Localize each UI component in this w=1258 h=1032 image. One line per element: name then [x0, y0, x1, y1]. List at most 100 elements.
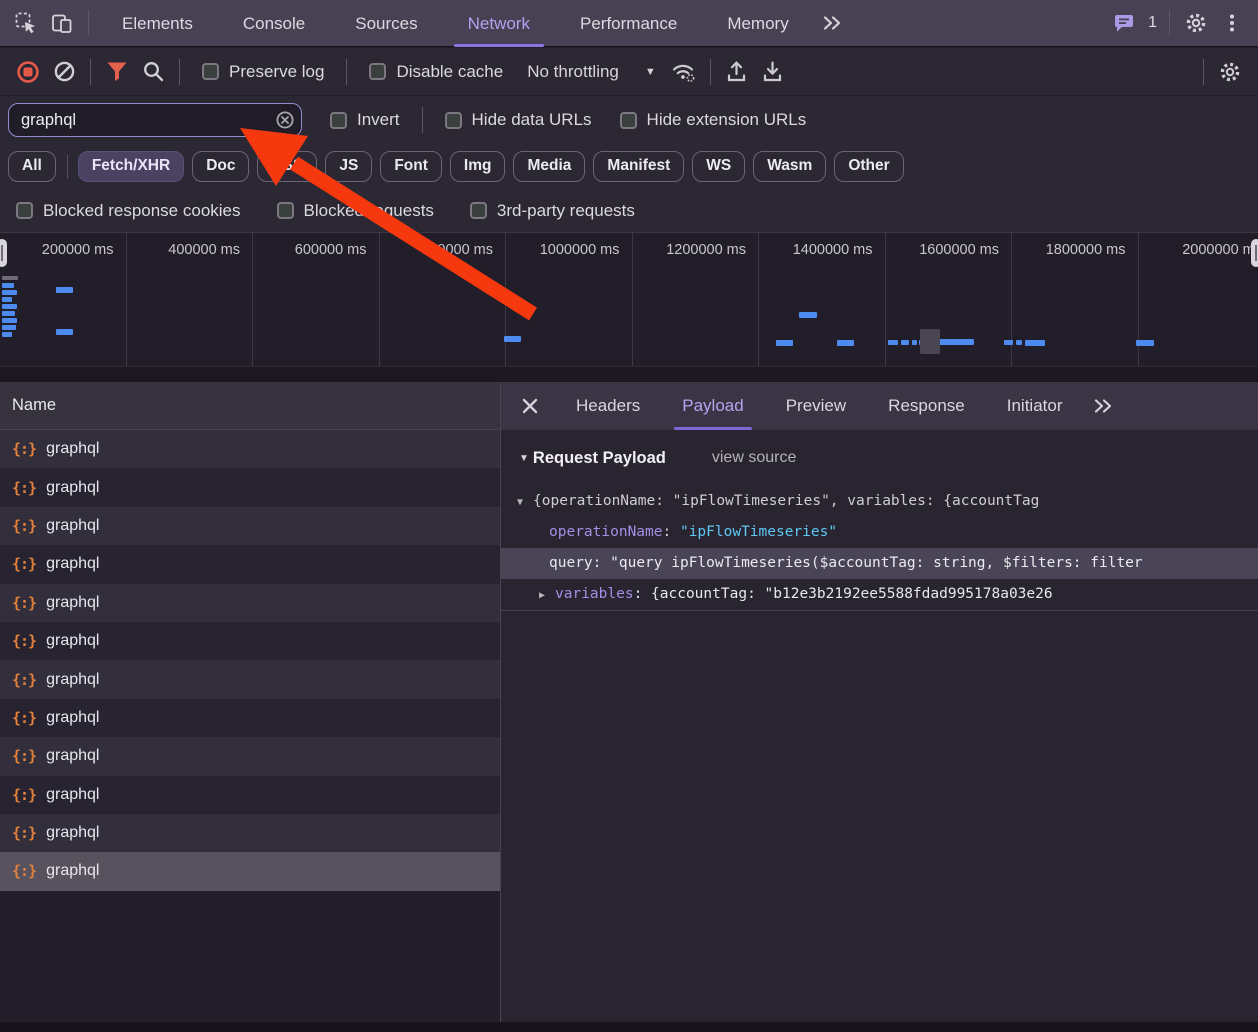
request-row[interactable]: {:}graphql — [0, 814, 500, 852]
disclosure-triangle-icon[interactable]: ▼ — [517, 487, 533, 518]
blocked-cookies-checkbox[interactable] — [16, 202, 33, 219]
waterfall-bar — [2, 297, 12, 302]
throttling-value: No throttling — [527, 62, 619, 82]
waterfall-bar — [799, 312, 817, 318]
import-har-button[interactable] — [719, 52, 755, 92]
view-source-link[interactable]: view source — [712, 449, 796, 467]
network-conditions-button[interactable] — [666, 52, 702, 92]
search-network-button[interactable] — [135, 52, 171, 92]
request-row[interactable]: {:}graphql — [0, 660, 500, 698]
request-row[interactable]: {:}graphql — [0, 545, 500, 583]
type-chip-font[interactable]: Font — [380, 151, 442, 182]
type-chip-img[interactable]: Img — [450, 151, 506, 182]
hide-extension-urls-label: Hide extension URLs — [647, 110, 807, 130]
tab-headers[interactable]: Headers — [572, 382, 644, 430]
request-row[interactable]: {:}graphql — [0, 737, 500, 775]
type-chip-wasm[interactable]: Wasm — [753, 151, 826, 182]
request-details-pane: Headers Payload Preview Response Initiat… — [501, 382, 1258, 1022]
third-party-checkbox-group: 3rd-party requests — [470, 201, 635, 221]
request-row[interactable]: {:} graphql — [0, 852, 500, 890]
payload-segment-preview: {operationName: "ipFlowTimeseries", vari… — [533, 493, 1039, 509]
close-details-button[interactable] — [515, 391, 545, 421]
throttling-select[interactable]: No throttling ▼ — [527, 62, 656, 82]
payload-tree-row[interactable]: operationName: "ipFlowTimeseries" — [501, 517, 1258, 548]
type-chip-css[interactable]: CSS — [257, 151, 317, 182]
hide-extension-urls-checkbox[interactable] — [620, 112, 637, 129]
network-overview-timeline[interactable]: 200000 ms400000 ms600000 ms800000 ms1000… — [0, 233, 1258, 381]
filter-input[interactable] — [8, 103, 302, 137]
kebab-menu-icon — [1222, 13, 1242, 33]
funnel-filter-icon — [106, 61, 128, 82]
clear-network-log-button[interactable] — [46, 52, 82, 92]
type-chip-doc[interactable]: Doc — [192, 151, 249, 182]
payload-tree-row[interactable]: ▶variables: {accountTag: "b12e3b2192ee55… — [501, 579, 1258, 610]
settings-button[interactable] — [1178, 3, 1214, 43]
tab-network[interactable]: Network — [450, 0, 548, 47]
tab-preview[interactable]: Preview — [782, 382, 850, 430]
tab-console[interactable]: Console — [225, 0, 323, 47]
preserve-log-checkbox[interactable] — [202, 63, 219, 80]
tree-bottom-border — [501, 610, 1258, 611]
tab-response[interactable]: Response — [884, 382, 969, 430]
devtools-menu-button[interactable] — [1214, 3, 1250, 43]
type-chip-other[interactable]: Other — [834, 151, 903, 182]
network-settings-button[interactable] — [1212, 52, 1248, 92]
issues-button[interactable] — [1106, 3, 1142, 43]
tab-payload[interactable]: Payload — [678, 382, 747, 430]
more-detail-tabs-button[interactable] — [1093, 396, 1113, 416]
type-chip-js[interactable]: JS — [325, 151, 372, 182]
blocked-requests-checkbox-group: Blocked requests — [277, 201, 434, 221]
json-braces-icon: {:} — [12, 440, 36, 458]
request-row[interactable]: {:}graphql — [0, 776, 500, 814]
payload-tree-row[interactable]: ▼{operationName: "ipFlowTimeseries", var… — [501, 486, 1258, 517]
upload-icon — [725, 60, 748, 83]
third-party-checkbox[interactable] — [470, 202, 487, 219]
chevron-double-right-icon — [822, 13, 842, 33]
overview-left-handle[interactable] — [0, 239, 7, 267]
clear-filter-button[interactable] — [276, 111, 294, 129]
waterfall-bar — [2, 311, 15, 316]
payload-panel: ▼ Request Payload view source ▼{operatio… — [501, 443, 1258, 611]
tab-performance[interactable]: Performance — [562, 0, 695, 47]
devtools-tabbar: Elements Console Sources Network Perform… — [0, 0, 1258, 47]
export-har-button[interactable] — [755, 52, 791, 92]
disclosure-triangle-icon[interactable]: ▶ — [539, 580, 555, 611]
tab-elements[interactable]: Elements — [104, 0, 211, 47]
request-name-label: graphql — [46, 862, 99, 880]
waterfall-bar — [912, 340, 917, 345]
device-toolbar-button[interactable] — [44, 3, 80, 43]
filter-toggle-button[interactable] — [99, 52, 135, 92]
name-column-header[interactable]: Name — [0, 382, 500, 430]
request-row[interactable]: {:}graphql — [0, 622, 500, 660]
request-row[interactable]: {:}graphql — [0, 584, 500, 622]
json-braces-icon: {:} — [12, 862, 36, 880]
request-payload-section-header[interactable]: ▼ Request Payload view source — [501, 443, 1258, 473]
tab-initiator[interactable]: Initiator — [1003, 382, 1067, 430]
request-row[interactable]: {:}graphql — [0, 699, 500, 737]
hide-data-urls-checkbox-group: Hide data URLs — [445, 110, 592, 130]
type-chip-media[interactable]: Media — [513, 151, 585, 182]
blocked-requests-checkbox[interactable] — [277, 202, 294, 219]
request-row[interactable]: {:}graphql — [0, 468, 500, 506]
payload-tree-row[interactable]: query: "query ipFlowTimeseries($accountT… — [501, 548, 1258, 579]
json-braces-icon: {:} — [12, 671, 36, 689]
type-chip-manifest[interactable]: Manifest — [593, 151, 684, 182]
inspect-element-button[interactable] — [8, 3, 44, 43]
type-chip-ws[interactable]: WS — [692, 151, 745, 182]
pane-resize-divider[interactable] — [500, 382, 501, 1022]
tab-sources[interactable]: Sources — [337, 0, 435, 47]
type-chip-all[interactable]: All — [8, 151, 56, 182]
payload-segment-string: "ipFlowTimeseries" — [680, 524, 837, 540]
invert-checkbox[interactable] — [330, 112, 347, 129]
type-chip-fetch-xhr[interactable]: Fetch/XHR — [78, 151, 184, 182]
overview-right-handle[interactable] — [1251, 239, 1258, 267]
request-row[interactable]: {:}graphql — [0, 507, 500, 545]
more-tabs-button[interactable] — [814, 3, 850, 43]
hide-data-urls-checkbox[interactable] — [445, 112, 462, 129]
tab-memory[interactable]: Memory — [709, 0, 806, 47]
waterfall-bar — [837, 340, 854, 346]
request-row[interactable]: {:}graphql — [0, 430, 500, 468]
record-network-log-button[interactable] — [10, 52, 46, 92]
clear-circle-icon — [276, 111, 294, 129]
disable-cache-checkbox[interactable] — [369, 63, 386, 80]
